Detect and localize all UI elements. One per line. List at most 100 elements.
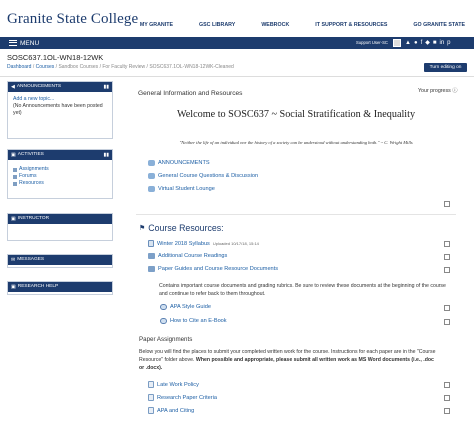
paper-late-work-policy[interactable]: Late Work Policy — [148, 381, 199, 388]
research-help-header[interactable]: ▣ RESEARCH HELP — [8, 282, 112, 292]
folder-icon — [148, 253, 155, 259]
paper-apa-citing[interactable]: APA and Citing — [148, 407, 194, 414]
forum-icon — [148, 173, 155, 179]
breadcrumb-sandbox[interactable]: Sandbox Courses — [58, 64, 98, 70]
announcements-header[interactable]: ◀ ANNOUNCEMENTS ▮▮ — [8, 82, 112, 92]
completion-checkbox[interactable] — [444, 319, 450, 325]
bell-icon[interactable]: ▲ — [405, 39, 411, 47]
document-icon — [148, 407, 154, 414]
completion-checkbox[interactable] — [444, 267, 450, 273]
top-nav: MY GRANITE GSC LIBRARY WEBROCK IT SUPPOR… — [123, 22, 474, 28]
instructor-block: ▣ INSTRUCTOR — [7, 213, 113, 241]
activity-student-lounge[interactable]: Virtual Student Lounge — [148, 186, 215, 192]
block-actions-icon[interactable]: ▮▮ — [103, 82, 109, 92]
research-icon: ▣ — [11, 284, 16, 290]
resource-additional-readings[interactable]: Additional Course Readings — [148, 253, 227, 259]
site-header: Granite State College MY GRANITE GSC LIB… — [0, 0, 474, 37]
nav-go-granite[interactable]: GO GRANITE STATE — [396, 22, 474, 28]
activity-announcements[interactable]: ANNOUNCEMENTS — [148, 160, 210, 166]
activity-general-questions[interactable]: General Course Questions & Discussion — [148, 173, 258, 179]
menu-bar: MENU Support User-SC ▲ ● f ◆ ■ in p — [0, 37, 474, 49]
hamburger-icon — [9, 40, 17, 46]
paper-assignments-heading: Paper Assignments — [139, 336, 193, 343]
college-logo[interactable]: Granite State College — [7, 11, 138, 28]
document-icon — [148, 394, 154, 401]
block-title: ACTIVITIES — [17, 152, 44, 157]
completion-checkbox[interactable] — [444, 395, 450, 401]
breadcrumb: Dashboard / Courses / Sandbox Courses / … — [7, 64, 234, 70]
chat-icon[interactable]: ● — [414, 39, 418, 47]
messages-icon: ✉ — [11, 257, 16, 263]
resource-icon — [13, 181, 17, 186]
breadcrumb-faculty-review[interactable]: For Faculty Review — [102, 64, 145, 70]
pinterest-icon[interactable]: p — [447, 39, 450, 47]
avatar[interactable] — [393, 39, 401, 47]
resource-syllabus[interactable]: Winter 2018 Syllabus Uploaded 10/17/18, 1… — [148, 240, 259, 247]
header-icons: ▲ ● f ◆ ■ in p — [405, 39, 451, 47]
completion-checkbox[interactable] — [444, 241, 450, 247]
block-title: RESEARCH HELP — [17, 284, 59, 289]
turn-editing-button[interactable]: Turn editing on — [424, 63, 467, 72]
block-title: INSTRUCTOR — [17, 216, 50, 221]
breadcrumb-dashboard[interactable]: Dashboard — [7, 64, 31, 70]
block-actions-icon[interactable]: ▮▮ — [103, 150, 109, 160]
forum-icon — [148, 186, 155, 192]
activity-resources[interactable]: Resources — [13, 180, 107, 187]
help-icon: ⓘ — [452, 88, 458, 94]
nav-my-granite[interactable]: MY GRANITE — [123, 22, 182, 28]
linkedin-icon[interactable]: in — [440, 39, 445, 47]
progress-label[interactable]: Your progress ⓘ — [418, 86, 458, 94]
resource-apa-style-guide[interactable]: APA Style Guide — [160, 304, 211, 310]
no-announcements-text: (No Announcements have been posted yet) — [13, 103, 103, 116]
completion-checkbox[interactable] — [444, 305, 450, 311]
megaphone-icon: ◀ — [11, 84, 15, 90]
pdf-icon — [148, 240, 154, 247]
quote-text: "Neither the life of an individual nor t… — [179, 140, 413, 145]
activities-header[interactable]: ▣ ACTIVITIES ▮▮ — [8, 150, 112, 160]
activities-block: ▣ ACTIVITIES ▮▮ Assignments Forums Resou… — [7, 149, 113, 199]
menu-button[interactable]: MENU — [9, 40, 39, 47]
block-title: ANNOUNCEMENTS — [16, 84, 62, 89]
nav-webrock[interactable]: WEBROCK — [244, 22, 298, 28]
forum-icon — [148, 160, 155, 166]
completion-checkbox[interactable] — [444, 254, 450, 260]
forum-icon — [13, 174, 17, 179]
announcements-block: ◀ ANNOUNCEMENTS ▮▮ Add a new topic... (N… — [7, 81, 113, 139]
activities-icon: ▣ — [11, 152, 16, 158]
paper-guides-description: Contains important course documents and … — [159, 283, 446, 297]
activity-assignments[interactable]: Assignments — [13, 166, 107, 173]
nav-it-support[interactable]: IT SUPPORT & RESOURCES — [298, 22, 396, 28]
url-icon — [160, 318, 167, 324]
add-topic-link[interactable]: Add a new topic... — [13, 96, 107, 103]
completion-checkbox[interactable] — [444, 408, 450, 414]
user-name[interactable]: Support User-SC — [356, 40, 388, 45]
paper-assignments-description: Below you will find the places to submit… — [139, 349, 436, 371]
section-heading-general: General Information and Resources — [138, 90, 243, 97]
menu-label: MENU — [20, 39, 40, 47]
activity-forums[interactable]: Forums — [13, 173, 107, 180]
course-resources-heading: ⚑ Course Resources: — [139, 223, 224, 233]
breadcrumb-course[interactable]: SOSC637.1OL-WN18-12WK-Cleaned — [149, 64, 233, 70]
divider — [0, 76, 474, 77]
flag-icon: ⚑ — [139, 225, 146, 232]
resource-cite-ebook[interactable]: How to Cite an E-Book — [160, 318, 227, 324]
page-title: SOSC637.1OL-WN18-12WK — [7, 53, 104, 62]
paper-research-criteria[interactable]: Research Paper Criteria — [148, 394, 217, 401]
document-icon — [148, 381, 154, 388]
completion-checkbox[interactable] — [444, 201, 450, 207]
completion-checkbox[interactable] — [444, 382, 450, 388]
breadcrumb-courses[interactable]: Courses — [36, 64, 55, 70]
research-help-block: ▣ RESEARCH HELP — [7, 281, 113, 295]
nav-gsc-library[interactable]: GSC LIBRARY — [182, 22, 244, 28]
instructor-icon: ▣ — [11, 216, 16, 222]
section-divider — [136, 214, 456, 215]
instructor-header[interactable]: ▣ INSTRUCTOR — [8, 214, 112, 224]
block-title: MESSAGES — [17, 257, 45, 262]
facebook-icon[interactable]: f — [421, 39, 423, 47]
resource-paper-guides[interactable]: Paper Guides and Course Resource Documen… — [148, 266, 278, 272]
twitter-icon[interactable]: ◆ — [425, 39, 430, 47]
welcome-heading: Welcome to SOSC637 ~ Social Stratificati… — [176, 109, 416, 120]
messages-block: ✉ MESSAGES — [7, 254, 113, 268]
messages-header[interactable]: ✉ MESSAGES — [8, 255, 112, 265]
instagram-icon[interactable]: ■ — [433, 39, 437, 47]
